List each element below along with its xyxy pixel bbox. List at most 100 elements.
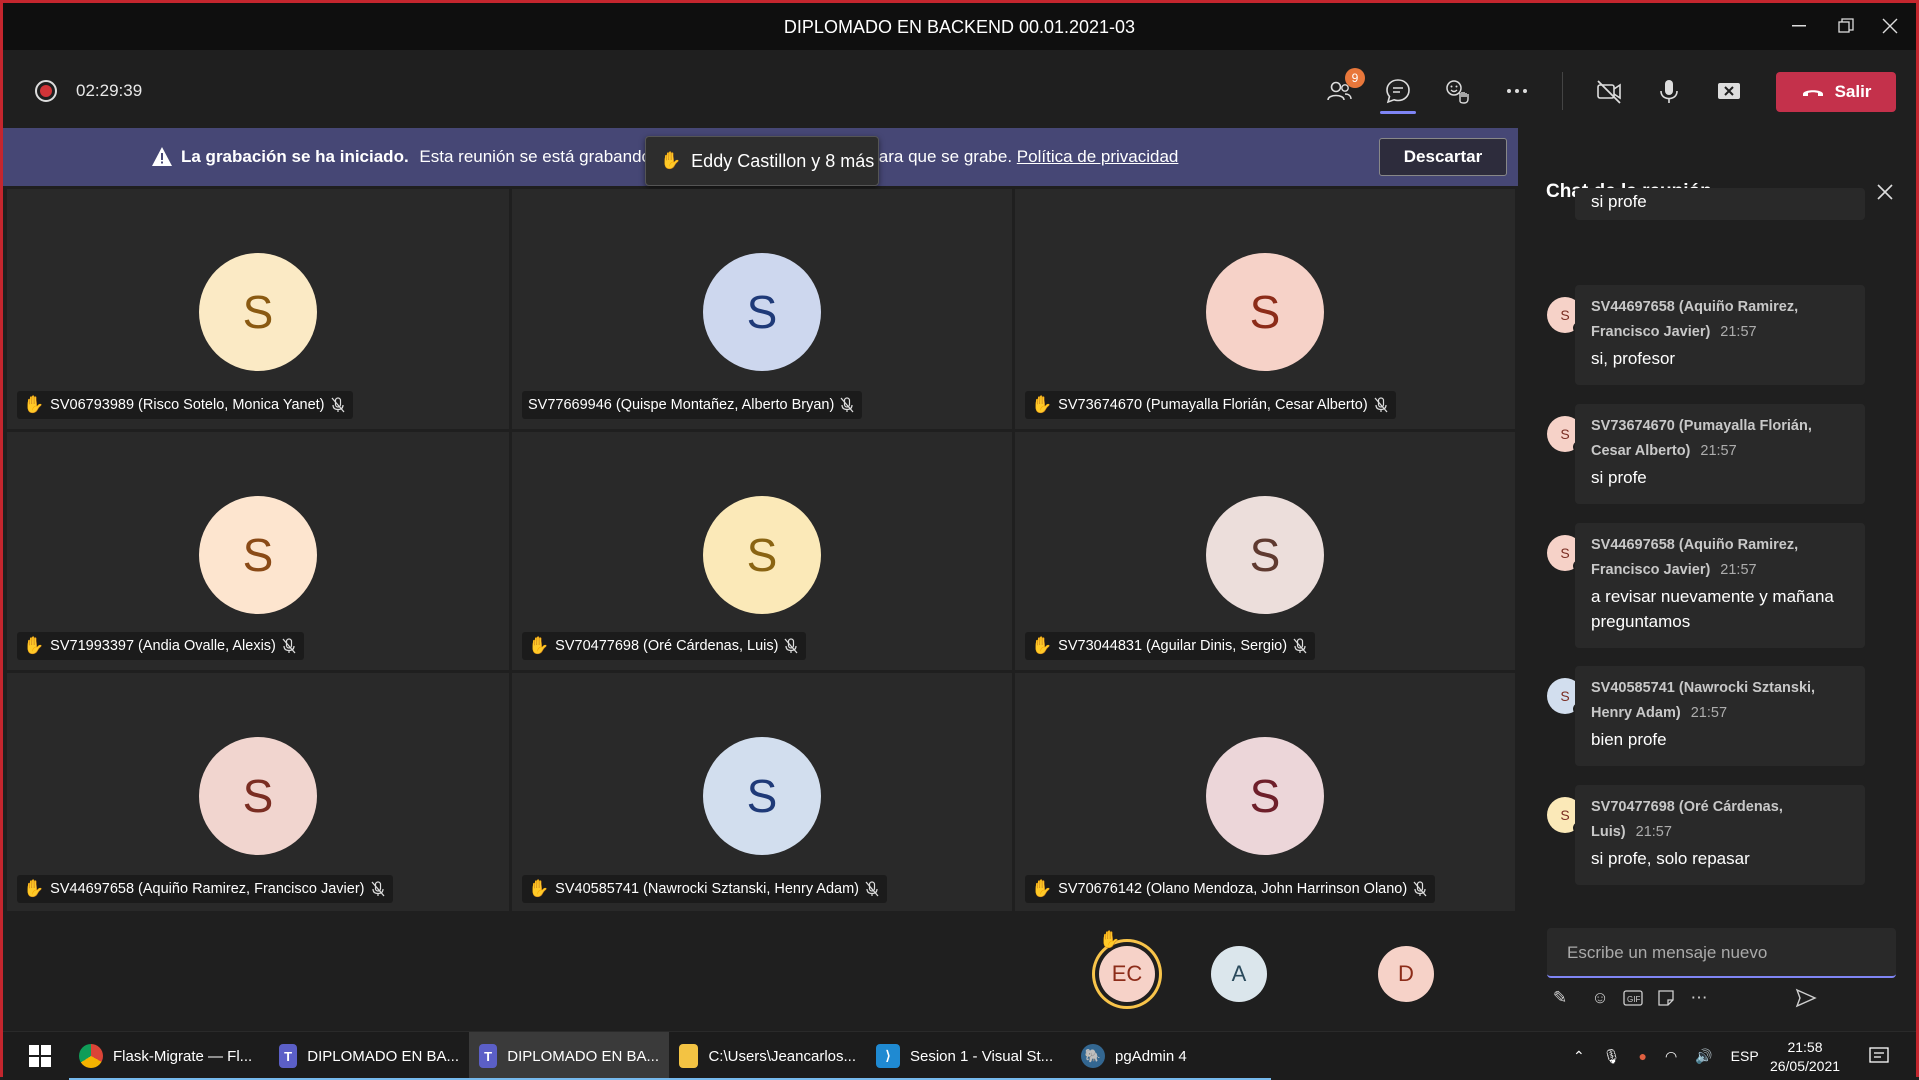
vscode-icon: ⟩ <box>876 1044 900 1068</box>
participant-name: SV77669946 (Quispe Montañez, Alberto Bry… <box>528 397 835 413</box>
chat-sender-name: SV44697658 (Aquiño Ramirez, Francisco Ja… <box>1591 299 1799 340</box>
volume-icon[interactable]: 🔊 <box>1695 1048 1712 1065</box>
title-bar: DIPLOMADO EN BACKEND 00.01.2021-03 <box>3 3 1916 50</box>
camera-toggle-button[interactable] <box>1589 72 1629 110</box>
sender-initial: S <box>1560 426 1570 442</box>
raised-hand-icon: ✋ <box>23 879 45 898</box>
send-icon[interactable] <box>1793 985 1819 1011</box>
chat-button[interactable] <box>1378 72 1418 114</box>
participant-tile[interactable]: S ✋ SV70477698 (Oré Cárdenas, Luis) <box>512 432 1015 670</box>
gif-icon[interactable]: GIF <box>1620 985 1646 1011</box>
participant-tile[interactable]: S ✋ SV44697658 (Aquiño Ramirez, Francisc… <box>7 673 512 913</box>
participant-tile[interactable]: S ✋ SV71993397 (Andia Ovalle, Alexis) <box>7 432 512 670</box>
strip-avatar: A <box>1211 946 1267 1002</box>
close-icon <box>1882 18 1898 34</box>
leave-label: Salir <box>1834 82 1872 101</box>
taskbar-item[interactable]: C:\Users\Jeancarlos... <box>669 1032 866 1080</box>
microphone-toggle-button[interactable] <box>1649 72 1689 110</box>
participant-name-tag: ✋ SV44697658 (Aquiño Ramirez, Francisco … <box>17 875 393 903</box>
camera-off-icon <box>1597 80 1621 104</box>
avatar-initial: S <box>1249 529 1281 581</box>
more-icon <box>1507 89 1527 93</box>
privacy-policy-link[interactable]: Política de privacidad <box>1017 147 1179 166</box>
taskbar-item-label: pgAdmin 4 <box>1115 1047 1187 1065</box>
start-button[interactable] <box>19 1032 69 1080</box>
participant-name: SV73674670 (Pumayalla Florián, Cesar Alb… <box>1058 397 1368 413</box>
reactions-icon <box>1446 80 1469 104</box>
participant-tile[interactable]: S ✋ SV40585741 (Nawrocki Sztanski, Henry… <box>512 673 1015 913</box>
chat-message[interactable]: SV73674670 (Pumayalla Florián, Cesar Alb… <box>1575 404 1865 504</box>
restore-button[interactable] <box>1826 11 1866 41</box>
participant-tile[interactable]: S ✋ SV70676142 (Olano Mendoza, John Harr… <box>1015 673 1518 913</box>
taskbar-item[interactable]: T DIPLOMADO EN BA... <box>269 1032 469 1080</box>
taskbar-item[interactable]: T DIPLOMADO EN BA... <box>469 1032 669 1080</box>
participant-name: SV73044831 (Aguilar Dinis, Sergio) <box>1058 638 1288 654</box>
participant-name-tag: SV77669946 (Quispe Montañez, Alberto Bry… <box>522 391 863 419</box>
strip-initials: D <box>1398 961 1414 986</box>
mic-off-icon <box>331 397 344 413</box>
chat-message[interactable]: SV44697658 (Aquiño Ramirez, Francisco Ja… <box>1575 523 1865 648</box>
microphone-tray-icon[interactable]: 🎙 <box>1603 1048 1621 1065</box>
participant-avatar: S <box>1206 496 1324 614</box>
raised-hands-toast[interactable]: ✋ Eddy Castillon y 8 más <box>645 136 879 186</box>
teams-icon: T <box>279 1044 298 1068</box>
participant-tile[interactable]: S SV77669946 (Quispe Montañez, Alberto B… <box>512 189 1015 429</box>
taskbar-item[interactable]: ⟩ Sesion 1 - Visual St... <box>866 1032 1071 1080</box>
participant-strip: EC ✋ A D <box>3 911 1516 1031</box>
more-options-icon[interactable]: ⋯ <box>1686 985 1712 1011</box>
leave-button[interactable]: Salir <box>1776 72 1896 112</box>
chat-message-body: bien profe <box>1591 730 1667 749</box>
participant-tile[interactable]: S ✋ SV06793989 (Risco Sotelo, Monica Yan… <box>7 189 512 429</box>
dismiss-banner-button[interactable]: Descartar <box>1379 138 1507 176</box>
taskbar-item[interactable]: Flask-Migrate — Fl... <box>69 1032 269 1080</box>
strip-participant[interactable]: D <box>1378 946 1434 1002</box>
notifications-icon[interactable] <box>1869 1032 1889 1080</box>
chat-message-meta: SV73674670 (Pumayalla Florián, Cesar Alb… <box>1591 414 1849 464</box>
strip-participant[interactable]: EC ✋ <box>1099 930 1155 1002</box>
taskbar-item-label: Flask-Migrate — Fl... <box>113 1047 253 1065</box>
avatar-initial: S <box>242 286 274 338</box>
sender-initial: S <box>1560 545 1570 561</box>
share-content-button[interactable] <box>1709 72 1749 110</box>
sender-initial: S <box>1560 807 1570 823</box>
participant-avatar: S <box>199 737 317 855</box>
teams-meeting-window: DIPLOMADO EN BACKEND 00.01.2021-03 02:29… <box>0 0 1919 1080</box>
sticker-icon[interactable] <box>1653 985 1679 1011</box>
participant-name-tag: ✋ SV73044831 (Aguilar Dinis, Sergio) <box>1025 632 1316 660</box>
chat-message[interactable]: SV44697658 (Aquiño Ramirez, Francisco Ja… <box>1575 285 1865 385</box>
participant-avatar: S <box>1206 253 1324 371</box>
chat-compose-input[interactable]: Escribe un mensaje nuevo <box>1547 928 1896 978</box>
mic-off-icon <box>784 638 798 654</box>
language-indicator[interactable]: ESP <box>1731 1048 1759 1064</box>
emoji-icon[interactable]: ☺ <box>1587 985 1613 1011</box>
chat-message[interactable]: SV40585741 (Nawrocki Sztanski, Henry Ada… <box>1575 666 1865 766</box>
chat-message-time: 21:57 <box>1700 443 1737 459</box>
teams-icon: T <box>479 1044 498 1068</box>
mic-off-icon <box>371 881 384 897</box>
chat-message[interactable]: SV70477698 (Oré Cárdenas, Luis) 21:57 si … <box>1575 785 1865 885</box>
network-icon[interactable]: ◠ <box>1665 1048 1677 1065</box>
taskbar-item[interactable]: 🐘 pgAdmin 4 <box>1071 1032 1271 1080</box>
close-window-button[interactable] <box>1870 11 1910 41</box>
taskbar-item-label: C:\Users\Jeancarlos... <box>708 1047 856 1065</box>
app-tray-icon[interactable]: ● <box>1639 1048 1647 1064</box>
more-actions-button[interactable] <box>1497 72 1537 110</box>
participant-name: SV06793989 (Risco Sotelo, Monica Yanet) <box>50 397 325 413</box>
close-chat-icon[interactable] <box>1873 180 1897 204</box>
participant-tile[interactable]: S ✋ SV73674670 (Pumayalla Florián, Cesar… <box>1015 189 1518 429</box>
window-title: DIPLOMADO EN BACKEND 00.01.2021-03 <box>783 17 1136 37</box>
minimize-button[interactable] <box>1779 11 1819 41</box>
taskbar-clock[interactable]: 21:58 26/05/2021 <box>1765 1038 1845 1076</box>
participants-button[interactable]: 9 <box>1319 68 1365 110</box>
chat-message-body: si profe, solo repasar <box>1591 849 1750 868</box>
sender-initial: S <box>1560 688 1570 704</box>
format-icon[interactable]: ✎ <box>1547 985 1573 1011</box>
participant-avatar: S <box>199 253 317 371</box>
participant-tile[interactable]: S ✋ SV73044831 (Aguilar Dinis, Sergio) <box>1015 432 1518 670</box>
sender-initial: S <box>1560 307 1570 323</box>
strip-participant[interactable]: A <box>1211 946 1267 1002</box>
chat-message-meta: SV44697658 (Aquiño Ramirez, Francisco Ja… <box>1591 533 1849 583</box>
chevron-up-icon[interactable]: ⌃ <box>1573 1048 1585 1065</box>
participant-video-grid: S ✋ SV06793989 (Risco Sotelo, Monica Yan… <box>7 189 1518 913</box>
raise-hand-button[interactable] <box>1437 72 1477 110</box>
